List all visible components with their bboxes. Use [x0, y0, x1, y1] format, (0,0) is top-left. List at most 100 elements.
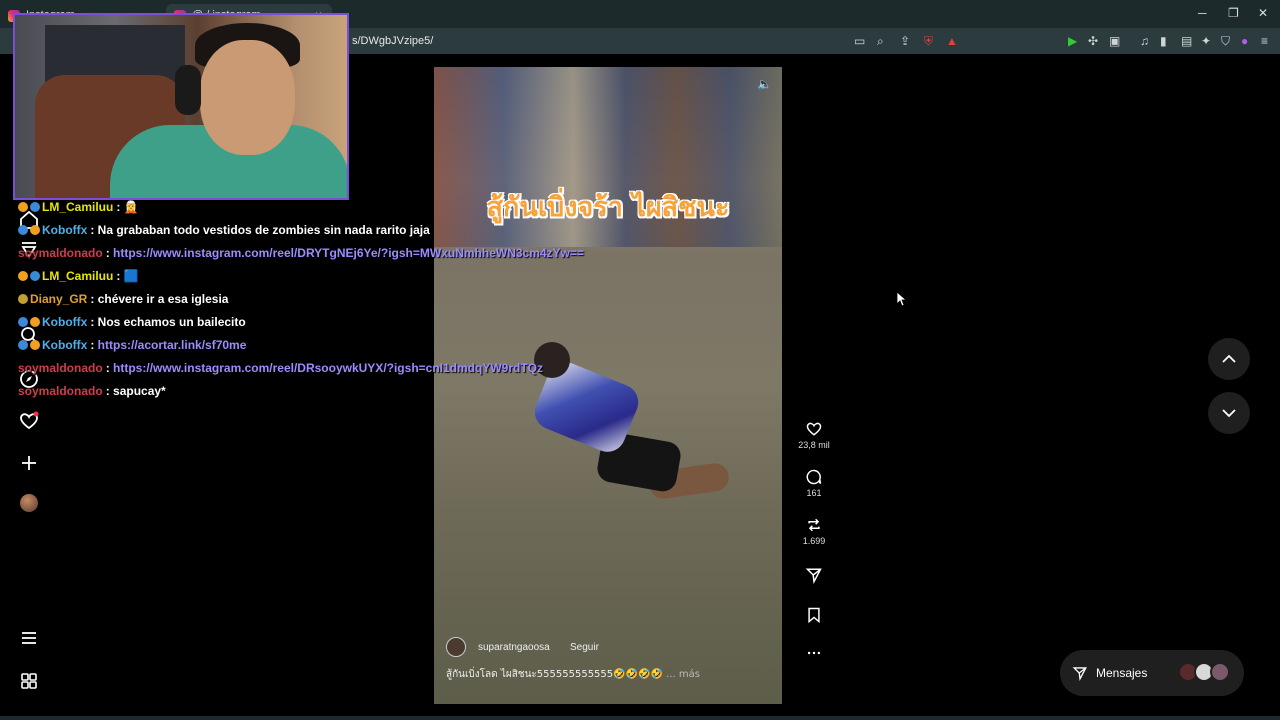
chat-username[interactable]: Koboffx [42, 315, 87, 329]
author-username[interactable]: suparatngaoosa [478, 642, 550, 653]
heart-icon[interactable] [18, 410, 40, 432]
chat-username[interactable]: Koboffx [42, 338, 87, 352]
chat-username[interactable]: soymaldonado [18, 361, 103, 375]
chat-message: LM_Camiluu: 🟦 [18, 269, 139, 283]
url-text[interactable]: s/DWgbJVzipe5/ [352, 35, 433, 47]
mouse-cursor-icon [897, 292, 907, 306]
messages-label: Mensajes [1096, 666, 1148, 680]
like-action[interactable]: 23,8 mil [794, 420, 834, 450]
chat-text: Na grababan todo vestidos de zombies sin… [97, 223, 430, 237]
comment-action[interactable]: 161 [794, 468, 834, 498]
comment-icon[interactable] [805, 468, 823, 486]
menu-icon[interactable]: ≡ [1261, 34, 1268, 48]
chat-badge-icon [18, 202, 28, 212]
video-subject [529, 342, 739, 532]
close-window-button[interactable]: ✕ [1258, 6, 1268, 20]
follow-button[interactable]: Seguir [570, 642, 599, 653]
comment-count: 161 [806, 488, 822, 498]
cast-icon[interactable]: ▭ [854, 34, 865, 48]
reel-caption-overlay: สู้กันเบิ่งจร้า ไผสิชนะ [486, 192, 730, 223]
reel-video[interactable]: สู้กันเบิ่งจร้า ไผสิชนะ 🔈 suparatngaoosa… [434, 67, 782, 704]
chat-separator: : [105, 361, 114, 375]
messages-button[interactable]: Mensajes [1060, 650, 1244, 696]
chat-username[interactable]: Diany_GR [30, 292, 87, 306]
bookmark-icon[interactable] [805, 606, 823, 624]
chat-badge-icon [18, 271, 28, 281]
chat-username[interactable]: soymaldonado [18, 384, 103, 398]
chat-badge-icon [30, 202, 40, 212]
description-text: สู้กันเบิ่งโลด ไผสิชนะ555555555555🤣🤣🤣🤣 [446, 669, 663, 680]
plus-icon[interactable] [18, 452, 40, 474]
sidebar-toggle-icon[interactable]: ▮ [1160, 34, 1167, 48]
restore-button[interactable]: ❐ [1228, 6, 1239, 20]
chat-badge-icon [18, 340, 28, 350]
extensions-icon[interactable]: ✣ [1088, 34, 1098, 48]
browser-window: Instagram @ / instagram × ─ ❐ ✕ s/DWgbJV… [0, 0, 1280, 720]
chat-username[interactable]: Koboffx [42, 223, 87, 237]
wallet-icon[interactable]: ▤ [1181, 34, 1192, 48]
share-action[interactable] [794, 566, 834, 584]
chat-message: soymaldonado: https://www.instagram.com/… [18, 361, 543, 375]
repost-count: 1.699 [802, 536, 826, 546]
chat-link[interactable]: https://acortar.link/sf70me [98, 338, 247, 352]
media-icon[interactable]: ♫ [1140, 34, 1149, 48]
share-icon[interactable]: ⇪ [900, 34, 910, 48]
leo-icon[interactable]: ✦ [1201, 34, 1211, 48]
chat-text: Nos echamos un bailecito [97, 315, 246, 329]
chat-link[interactable]: https://www.instagram.com/reel/DRsooywkU… [113, 361, 543, 375]
taskbar-strip [0, 716, 1280, 720]
hamburger-icon[interactable] [18, 627, 40, 649]
grid-icon[interactable] [18, 670, 40, 692]
minimize-button[interactable]: ─ [1198, 6, 1207, 20]
chat-username[interactable]: LM_Camiluu [42, 269, 113, 283]
chat-badge-icon [18, 317, 28, 327]
previous-reel-button[interactable] [1208, 338, 1250, 380]
profile-avatar[interactable] [20, 494, 38, 512]
brave-shield-icon[interactable]: ⛨ [924, 34, 933, 49]
play-extension-icon[interactable]: ▶ [1068, 34, 1077, 48]
chat-message: Diany_GR: chévere ir a esa iglesia [18, 292, 228, 306]
chat-badge-icon [30, 225, 40, 235]
chat-separator: : [116, 200, 124, 214]
send-icon [1072, 667, 1087, 681]
more-options-action[interactable] [794, 644, 834, 662]
chat-text: chévere ir a esa iglesia [97, 292, 229, 306]
chat-message: soymaldonado: https://www.instagram.com/… [18, 246, 584, 260]
chat-username[interactable]: LM_Camiluu [42, 200, 113, 214]
chat-text: sapucay* [113, 384, 166, 398]
chat-badge-icon [30, 271, 40, 281]
chat-message: Koboffx: Na grababan todo vestidos de zo… [18, 223, 430, 237]
chat-username[interactable]: soymaldonado [18, 246, 103, 260]
rewards-icon[interactable]: ▲ [946, 34, 958, 48]
chevron-up-icon [1222, 354, 1236, 363]
repost-icon[interactable] [805, 516, 823, 534]
message-avatar [1210, 662, 1230, 682]
chat-separator: : [90, 338, 98, 352]
mute-icon[interactable]: 🔈 [757, 77, 772, 91]
streamer-webcam [13, 13, 349, 200]
repost-action[interactable]: 1.699 [794, 516, 834, 546]
chat-badge-icon [18, 225, 28, 235]
more-link[interactable]: ... más [666, 669, 700, 680]
screenshot-icon[interactable]: ▣ [1109, 34, 1120, 48]
send-icon[interactable] [805, 566, 823, 584]
chat-separator: : [90, 315, 98, 329]
more-icon[interactable] [805, 644, 823, 662]
chat-badge-icon [30, 340, 40, 350]
chat-link[interactable]: https://www.instagram.com/reel/DRYTgNEj6… [113, 246, 584, 260]
chat-message: LM_Camiluu: 🧝 [18, 200, 139, 214]
zoom-icon[interactable]: ⌕ [877, 34, 884, 49]
profile-icon[interactable]: ● [1241, 34, 1248, 48]
save-action[interactable] [794, 606, 834, 624]
author-avatar[interactable] [446, 637, 466, 657]
chat-text: 🟦 [123, 269, 139, 283]
next-reel-button[interactable] [1208, 392, 1250, 434]
chat-message: soymaldonado: sapucay* [18, 384, 166, 398]
vpn-icon[interactable]: ⛉ [1221, 34, 1230, 49]
chevron-down-icon [1222, 409, 1236, 418]
heart-icon[interactable] [805, 420, 823, 438]
chat-separator: : [105, 246, 114, 260]
chat-separator: : [105, 384, 114, 398]
chat-badge-icon [18, 294, 28, 304]
chat-text: 🧝 [123, 200, 139, 214]
